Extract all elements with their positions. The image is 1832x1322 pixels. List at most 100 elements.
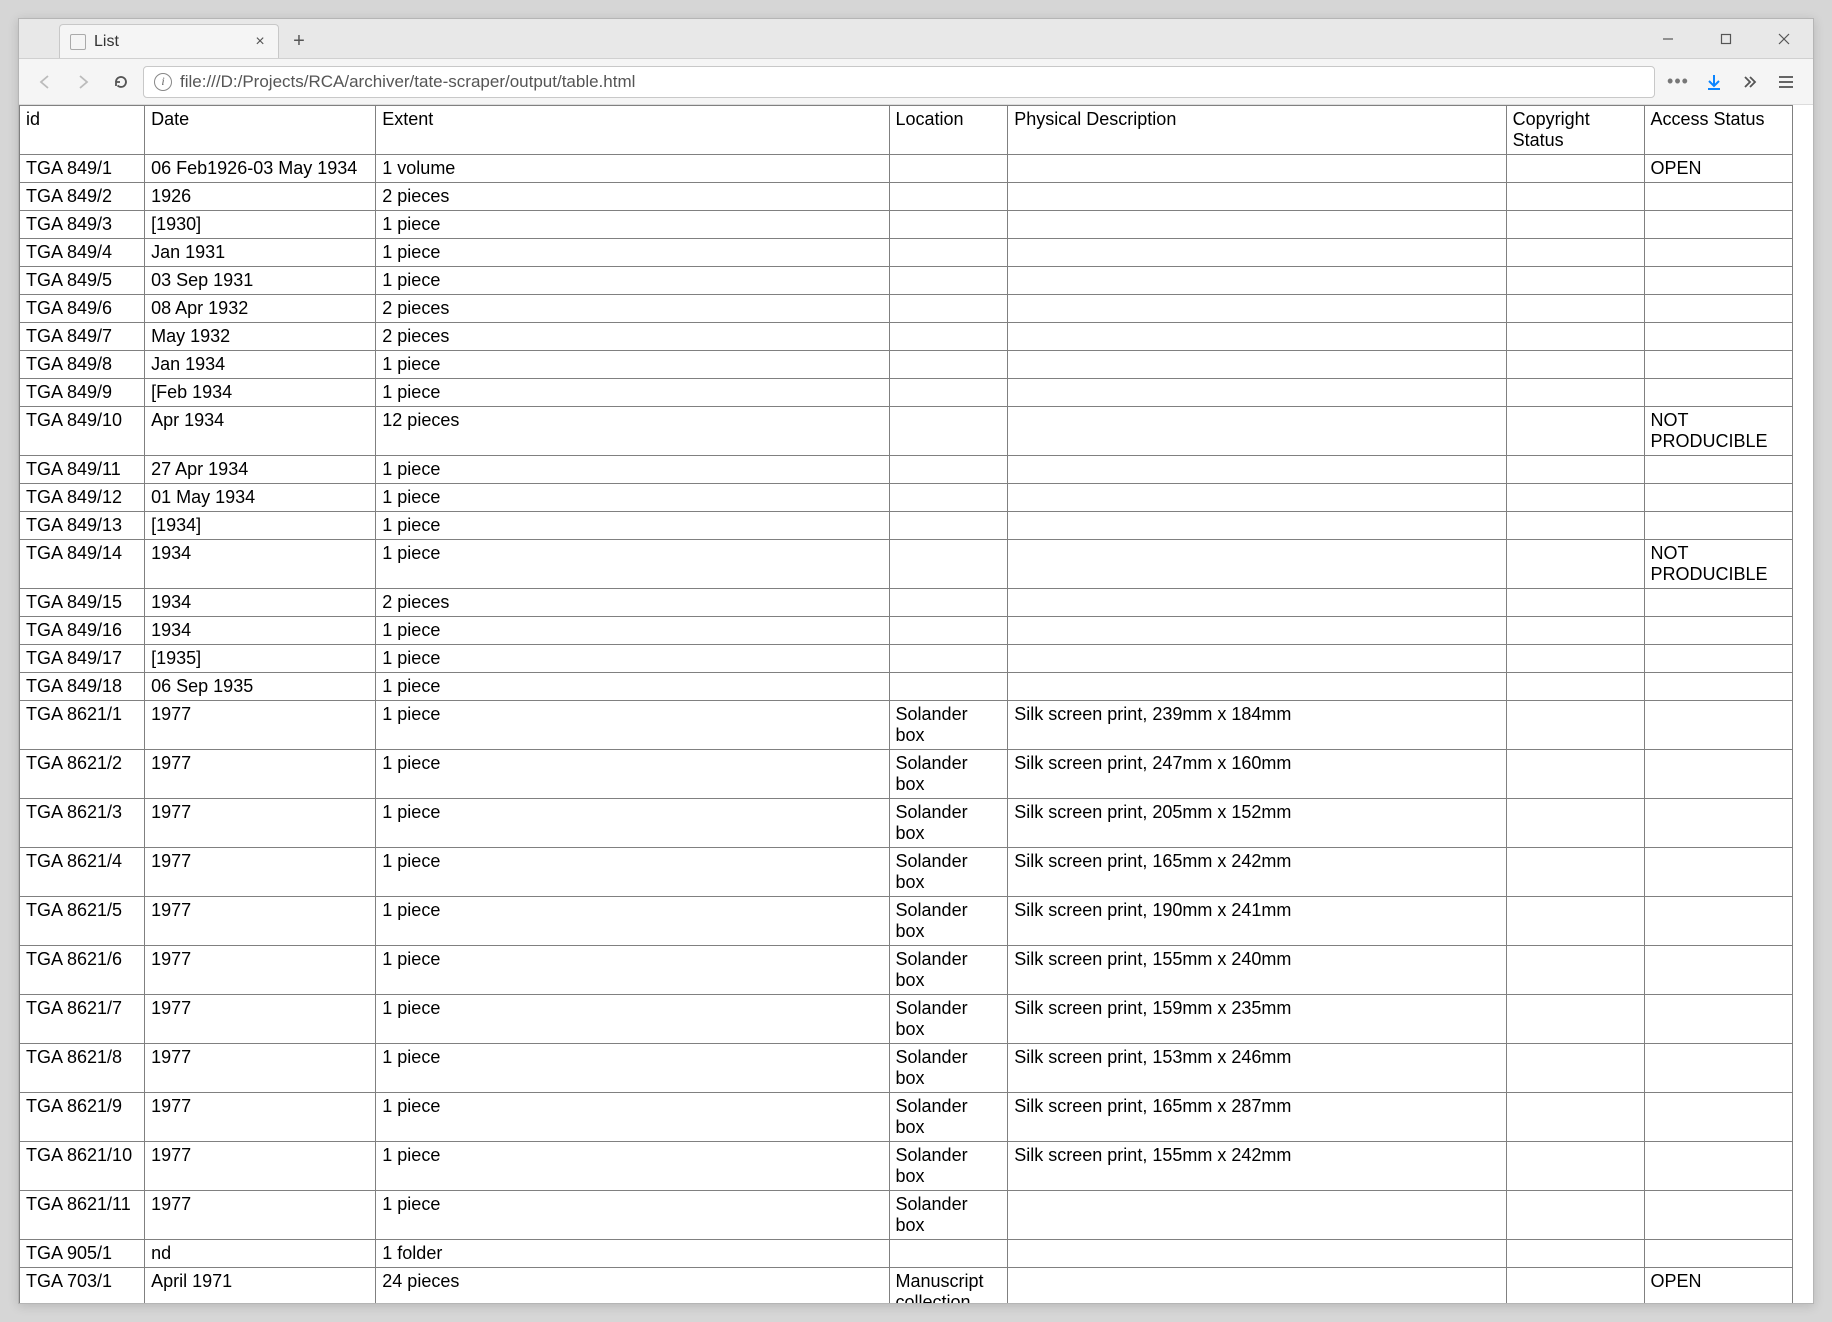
- cell-access: NOT PRODUCIBLE: [1644, 540, 1793, 589]
- page-actions-button[interactable]: •••: [1661, 66, 1695, 98]
- cell-date: [1934]: [145, 512, 376, 540]
- cell-date: 1934: [145, 589, 376, 617]
- cell-access: NOT PRODUCIBLE: [1644, 407, 1793, 456]
- cell-date: 1977: [145, 848, 376, 897]
- cell-physdesc: [1008, 540, 1506, 589]
- close-icon: [1778, 33, 1790, 45]
- cell-physdesc: [1008, 1240, 1506, 1268]
- cell-access: [1644, 211, 1793, 239]
- cell-id: TGA 849/6: [20, 295, 145, 323]
- cell-id: TGA 8621/7: [20, 995, 145, 1044]
- cell-copyright: [1506, 155, 1644, 183]
- cell-copyright: [1506, 1268, 1644, 1304]
- table-row: TGA 8621/519771 pieceSolander boxSilk sc…: [20, 897, 1793, 946]
- downloads-button[interactable]: [1697, 66, 1731, 98]
- cell-location: [889, 379, 1008, 407]
- cell-extent: 1 piece: [376, 995, 889, 1044]
- cell-copyright: [1506, 183, 1644, 211]
- cell-location: [889, 267, 1008, 295]
- cell-location: [889, 645, 1008, 673]
- cell-physdesc: Silk screen print, 159mm x 235mm: [1008, 995, 1506, 1044]
- cell-extent: 1 volume: [376, 155, 889, 183]
- cell-copyright: [1506, 512, 1644, 540]
- favicon-icon: [70, 34, 86, 50]
- col-header-date: Date: [145, 106, 376, 155]
- close-tab-icon[interactable]: ×: [252, 34, 268, 50]
- cell-date: May 1932: [145, 323, 376, 351]
- cell-location: [889, 183, 1008, 211]
- table-row: TGA 849/10Apr 193412 piecesNOT PRODUCIBL…: [20, 407, 1793, 456]
- cell-location: [889, 589, 1008, 617]
- browser-tab[interactable]: List ×: [59, 24, 279, 58]
- cell-id: TGA 8621/5: [20, 897, 145, 946]
- table-row: TGA 849/3[1930]1 piece: [20, 211, 1793, 239]
- cell-location: Solander box: [889, 848, 1008, 897]
- close-window-button[interactable]: [1755, 19, 1813, 58]
- cell-date: April 1971: [145, 1268, 376, 1304]
- cell-physdesc: [1008, 267, 1506, 295]
- cell-extent: 1 piece: [376, 701, 889, 750]
- cell-physdesc: [1008, 323, 1506, 351]
- cell-physdesc: Silk screen print, 165mm x 287mm: [1008, 1093, 1506, 1142]
- cell-location: [889, 456, 1008, 484]
- minimize-button[interactable]: [1639, 19, 1697, 58]
- cell-id: TGA 8621/3: [20, 799, 145, 848]
- url-input[interactable]: i file:///D:/Projects/RCA/archiver/tate-…: [143, 66, 1655, 98]
- cell-date: Apr 1934: [145, 407, 376, 456]
- reload-button[interactable]: [105, 66, 137, 98]
- cell-location: [889, 540, 1008, 589]
- address-bar: i file:///D:/Projects/RCA/archiver/tate-…: [19, 59, 1813, 105]
- menu-button[interactable]: [1769, 66, 1803, 98]
- cell-physdesc: Silk screen print, 239mm x 184mm: [1008, 701, 1506, 750]
- table-row: TGA 849/1806 Sep 19351 piece: [20, 673, 1793, 701]
- info-icon[interactable]: i: [154, 73, 172, 91]
- cell-id: TGA 8621/10: [20, 1142, 145, 1191]
- cell-access: [1644, 456, 1793, 484]
- cell-extent: 2 pieces: [376, 323, 889, 351]
- download-icon: [1705, 73, 1723, 91]
- page-content[interactable]: id Date Extent Location Physical Descrip…: [19, 105, 1813, 1303]
- cell-access: [1644, 239, 1793, 267]
- cell-extent: 1 folder: [376, 1240, 889, 1268]
- cell-id: TGA 849/7: [20, 323, 145, 351]
- maximize-button[interactable]: [1697, 19, 1755, 58]
- cell-id: TGA 849/3: [20, 211, 145, 239]
- cell-id: TGA 849/16: [20, 617, 145, 645]
- cell-copyright: [1506, 897, 1644, 946]
- cell-id: TGA 849/2: [20, 183, 145, 211]
- cell-id: TGA 849/5: [20, 267, 145, 295]
- cell-date: 1977: [145, 897, 376, 946]
- back-button[interactable]: [29, 66, 61, 98]
- table-body: TGA 849/106 Feb1926-03 May 19341 volumeO…: [20, 155, 1793, 1304]
- cell-location: [889, 673, 1008, 701]
- cell-extent: 1 piece: [376, 799, 889, 848]
- cell-access: [1644, 617, 1793, 645]
- cell-extent: 12 pieces: [376, 407, 889, 456]
- table-row: TGA 849/8Jan 19341 piece: [20, 351, 1793, 379]
- cell-location: Solander box: [889, 995, 1008, 1044]
- forward-button[interactable]: [67, 66, 99, 98]
- cell-id: TGA 8621/6: [20, 946, 145, 995]
- cell-access: [1644, 946, 1793, 995]
- table-row: TGA 849/1519342 pieces: [20, 589, 1793, 617]
- cell-extent: 1 piece: [376, 239, 889, 267]
- cell-copyright: [1506, 750, 1644, 799]
- cell-copyright: [1506, 799, 1644, 848]
- cell-date: 1934: [145, 617, 376, 645]
- overflow-button[interactable]: [1733, 66, 1767, 98]
- cell-location: [889, 239, 1008, 267]
- cell-id: TGA 849/18: [20, 673, 145, 701]
- cell-copyright: [1506, 848, 1644, 897]
- cell-copyright: [1506, 1142, 1644, 1191]
- cell-copyright: [1506, 1044, 1644, 1093]
- cell-location: Solander box: [889, 1093, 1008, 1142]
- cell-copyright: [1506, 1240, 1644, 1268]
- new-tab-button[interactable]: +: [285, 27, 313, 55]
- cell-extent: 1 piece: [376, 484, 889, 512]
- cell-copyright: [1506, 239, 1644, 267]
- cell-id: TGA 849/11: [20, 456, 145, 484]
- cell-extent: 1 piece: [376, 897, 889, 946]
- cell-extent: 1 piece: [376, 1044, 889, 1093]
- cell-id: TGA 8621/9: [20, 1093, 145, 1142]
- cell-copyright: [1506, 673, 1644, 701]
